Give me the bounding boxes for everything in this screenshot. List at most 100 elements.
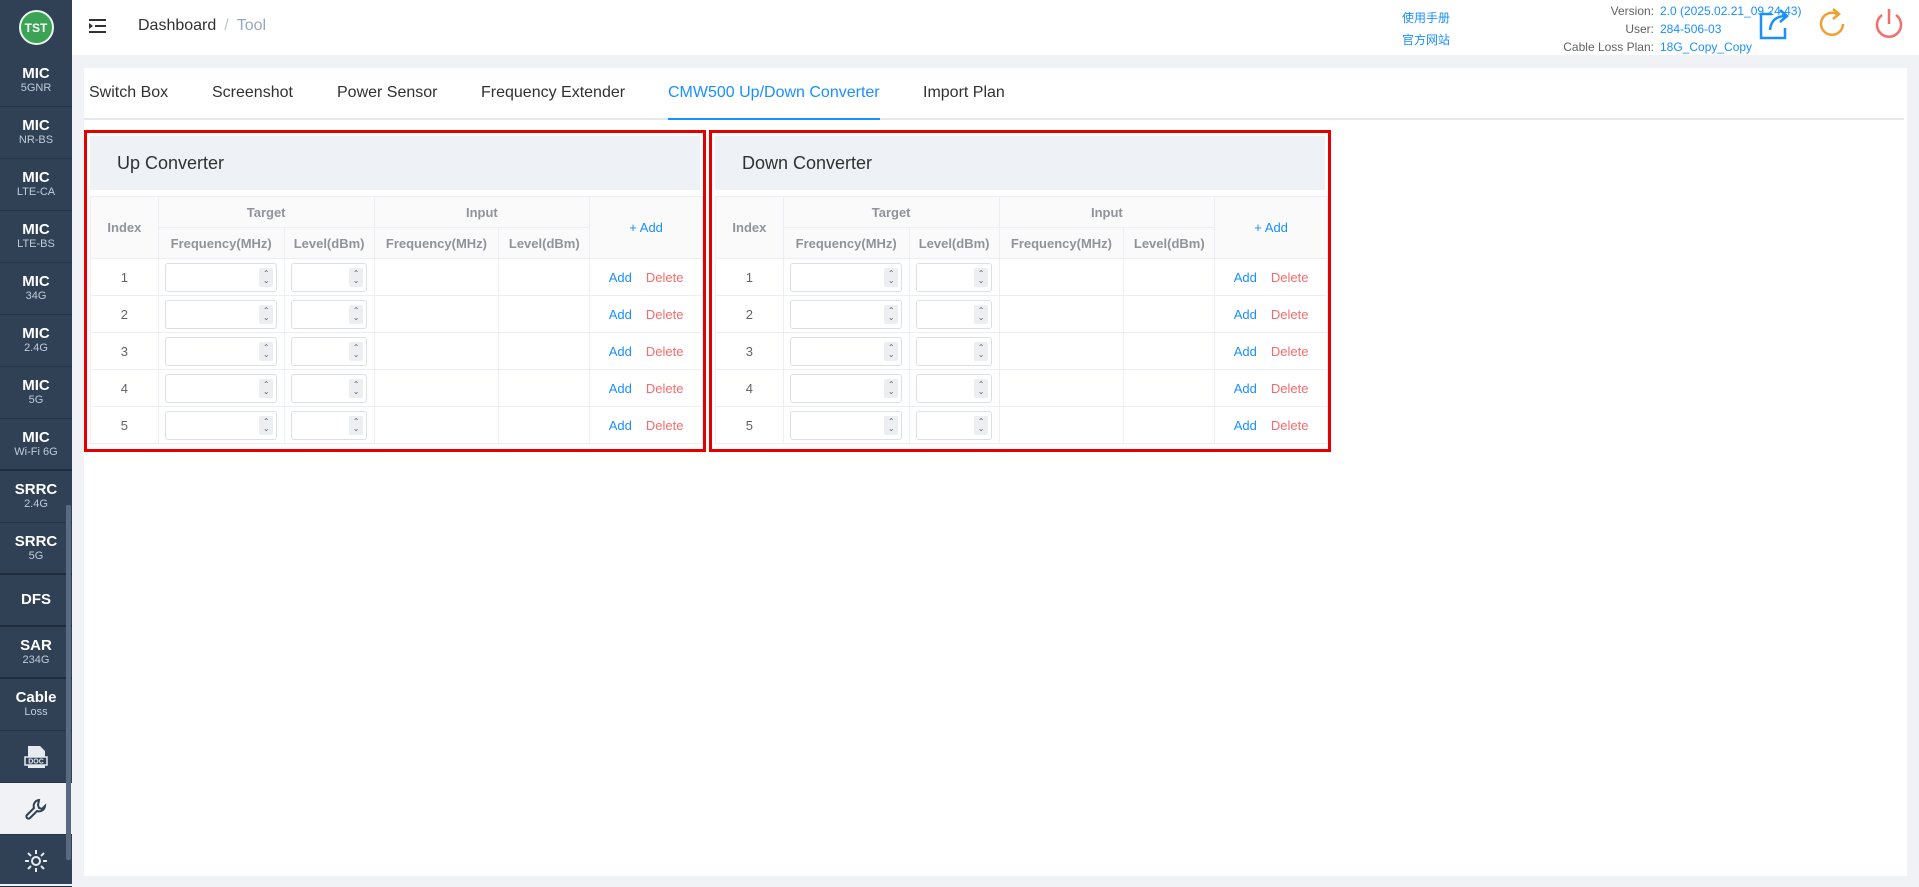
row-delete-button[interactable]: Delete: [1271, 418, 1309, 433]
target-frequency-input[interactable]: ⌃ ⌄: [790, 299, 903, 329]
menu-toggle-icon[interactable]: [89, 17, 107, 40]
target-level-input[interactable]: ⌃ ⌄: [916, 299, 993, 329]
plan-value[interactable]: 18G_Copy_Copy: [1660, 38, 1752, 56]
row-delete-button[interactable]: Delete: [646, 307, 684, 322]
tab-switch-box[interactable]: Switch Box: [89, 84, 168, 120]
breadcrumb-dashboard[interactable]: Dashboard: [138, 17, 216, 34]
sidebar-item-1[interactable]: MIC NR-BS: [0, 107, 72, 159]
target-level-input[interactable]: ⌃ ⌄: [291, 336, 368, 366]
sidebar-item-10[interactable]: DFS: [0, 575, 72, 627]
stepper-icon[interactable]: ⌃ ⌄: [974, 304, 989, 324]
sidebar-item-4[interactable]: MIC 34G: [0, 263, 72, 315]
stepper-icon[interactable]: ⌃ ⌄: [884, 415, 899, 435]
target-level-input[interactable]: ⌃ ⌄: [291, 299, 368, 329]
target-level-cell: ⌃ ⌄: [283, 258, 375, 296]
row-delete-button[interactable]: Delete: [646, 344, 684, 359]
stepper-icon[interactable]: ⌃ ⌄: [349, 341, 364, 361]
target-level-input[interactable]: ⌃ ⌄: [291, 262, 368, 292]
header-add-button[interactable]: + Add: [589, 196, 703, 259]
target-level-input[interactable]: ⌃ ⌄: [916, 410, 993, 440]
target-level-input[interactable]: ⌃ ⌄: [916, 262, 993, 292]
wrench-icon[interactable]: [0, 783, 72, 835]
target-frequency-input[interactable]: ⌃ ⌄: [165, 410, 278, 440]
row-delete-button[interactable]: Delete: [1271, 270, 1309, 285]
stepper-icon[interactable]: ⌃ ⌄: [884, 267, 899, 287]
website-link[interactable]: 官方网站: [1402, 29, 1450, 51]
row-add-button[interactable]: Add: [609, 307, 632, 322]
stepper-icon[interactable]: ⌃ ⌄: [349, 415, 364, 435]
row-add-button[interactable]: Add: [1234, 270, 1257, 285]
sidebar-item-2[interactable]: MIC LTE-CA: [0, 159, 72, 211]
sidebar-item-7[interactable]: MIC Wi-Fi 6G: [0, 419, 72, 471]
row-add-button[interactable]: Add: [1234, 381, 1257, 396]
gear-icon[interactable]: [0, 835, 72, 887]
row-delete-button[interactable]: Delete: [646, 418, 684, 433]
stepper-icon[interactable]: ⌃ ⌄: [349, 304, 364, 324]
target-frequency-input[interactable]: ⌃ ⌄: [165, 262, 278, 292]
sidebar-item-6[interactable]: MIC 5G: [0, 367, 72, 419]
target-frequency-input[interactable]: ⌃ ⌄: [165, 373, 278, 403]
tab-import-plan[interactable]: Import Plan: [923, 84, 1005, 120]
stepper-icon[interactable]: ⌃ ⌄: [349, 378, 364, 398]
stepper-icon[interactable]: ⌃ ⌄: [259, 267, 274, 287]
stepper-icon[interactable]: ⌃ ⌄: [974, 378, 989, 398]
logo[interactable]: TST: [18, 10, 54, 45]
stepper-icon[interactable]: ⌃ ⌄: [259, 378, 274, 398]
target-level-input[interactable]: ⌃ ⌄: [291, 373, 368, 403]
refresh-icon[interactable]: [1815, 6, 1849, 47]
stepper-icon[interactable]: ⌃ ⌄: [974, 267, 989, 287]
table-row: 4 ⌃ ⌄ ⌃ ⌄ Add Delete: [715, 369, 1328, 407]
target-level-input[interactable]: ⌃ ⌄: [916, 373, 993, 403]
row-delete-button[interactable]: Delete: [1271, 381, 1309, 396]
sidebar-item-subtitle: 5GNR: [20, 82, 52, 94]
power-icon[interactable]: [1871, 6, 1907, 47]
stepper-icon[interactable]: ⌃ ⌄: [259, 415, 274, 435]
stepper-icon[interactable]: ⌃ ⌄: [349, 267, 364, 287]
export-icon[interactable]: [1756, 6, 1792, 47]
tab-screenshot[interactable]: Screenshot: [212, 84, 293, 120]
target-level-input[interactable]: ⌃ ⌄: [291, 410, 368, 440]
target-frequency-input[interactable]: ⌃ ⌄: [790, 373, 903, 403]
row-add-button[interactable]: Add: [1234, 418, 1257, 433]
stepper-icon[interactable]: ⌃ ⌄: [259, 304, 274, 324]
stepper-icon[interactable]: ⌃ ⌄: [884, 304, 899, 324]
sidebar-item-12[interactable]: Cable Loss: [0, 679, 72, 731]
row-add-button[interactable]: Add: [1234, 344, 1257, 359]
sidebar-scrollbar[interactable]: [66, 505, 71, 860]
sidebar-item-8[interactable]: SRRC 2.4G: [0, 471, 72, 523]
header-add-button[interactable]: + Add: [1214, 196, 1328, 259]
manual-link[interactable]: 使用手册: [1402, 7, 1450, 29]
row-add-button[interactable]: Add: [609, 344, 632, 359]
stepper-icon[interactable]: ⌃ ⌄: [974, 415, 989, 435]
row-delete-button[interactable]: Delete: [646, 381, 684, 396]
tab-power-sensor[interactable]: Power Sensor: [337, 84, 438, 120]
target-frequency-input[interactable]: ⌃ ⌄: [165, 336, 278, 366]
stepper-icon[interactable]: ⌃ ⌄: [884, 378, 899, 398]
doc-icon[interactable]: DOC: [0, 731, 72, 783]
sidebar-item-9[interactable]: SRRC 5G: [0, 523, 72, 575]
target-frequency-input[interactable]: ⌃ ⌄: [790, 410, 903, 440]
row-add-button[interactable]: Add: [1234, 307, 1257, 322]
stepper-icon[interactable]: ⌃ ⌄: [974, 341, 989, 361]
tab-cmw500-converter[interactable]: CMW500 Up/Down Converter: [668, 84, 880, 120]
target-frequency-input[interactable]: ⌃ ⌄: [790, 336, 903, 366]
input-frequency-cell: [998, 332, 1125, 370]
sidebar-item-3[interactable]: MIC LTE-BS: [0, 211, 72, 263]
header-index: Index: [90, 196, 159, 259]
row-delete-button[interactable]: Delete: [1271, 344, 1309, 359]
row-delete-button[interactable]: Delete: [1271, 307, 1309, 322]
sidebar-item-5[interactable]: MIC 2.4G: [0, 315, 72, 367]
target-level-input[interactable]: ⌃ ⌄: [916, 336, 993, 366]
stepper-icon[interactable]: ⌃ ⌄: [259, 341, 274, 361]
sidebar-item-0[interactable]: MIC 5GNR: [0, 55, 72, 107]
sidebar-item-11[interactable]: SAR 234G: [0, 627, 72, 679]
row-add-button[interactable]: Add: [609, 270, 632, 285]
row-add-button[interactable]: Add: [609, 418, 632, 433]
target-frequency-input[interactable]: ⌃ ⌄: [165, 299, 278, 329]
row-add-button[interactable]: Add: [609, 381, 632, 396]
row-delete-button[interactable]: Delete: [646, 270, 684, 285]
tab-frequency-extender[interactable]: Frequency Extender: [481, 84, 625, 120]
target-frequency-input[interactable]: ⌃ ⌄: [790, 262, 903, 292]
stepper-icon[interactable]: ⌃ ⌄: [884, 341, 899, 361]
input-frequency-cell: [998, 406, 1125, 444]
